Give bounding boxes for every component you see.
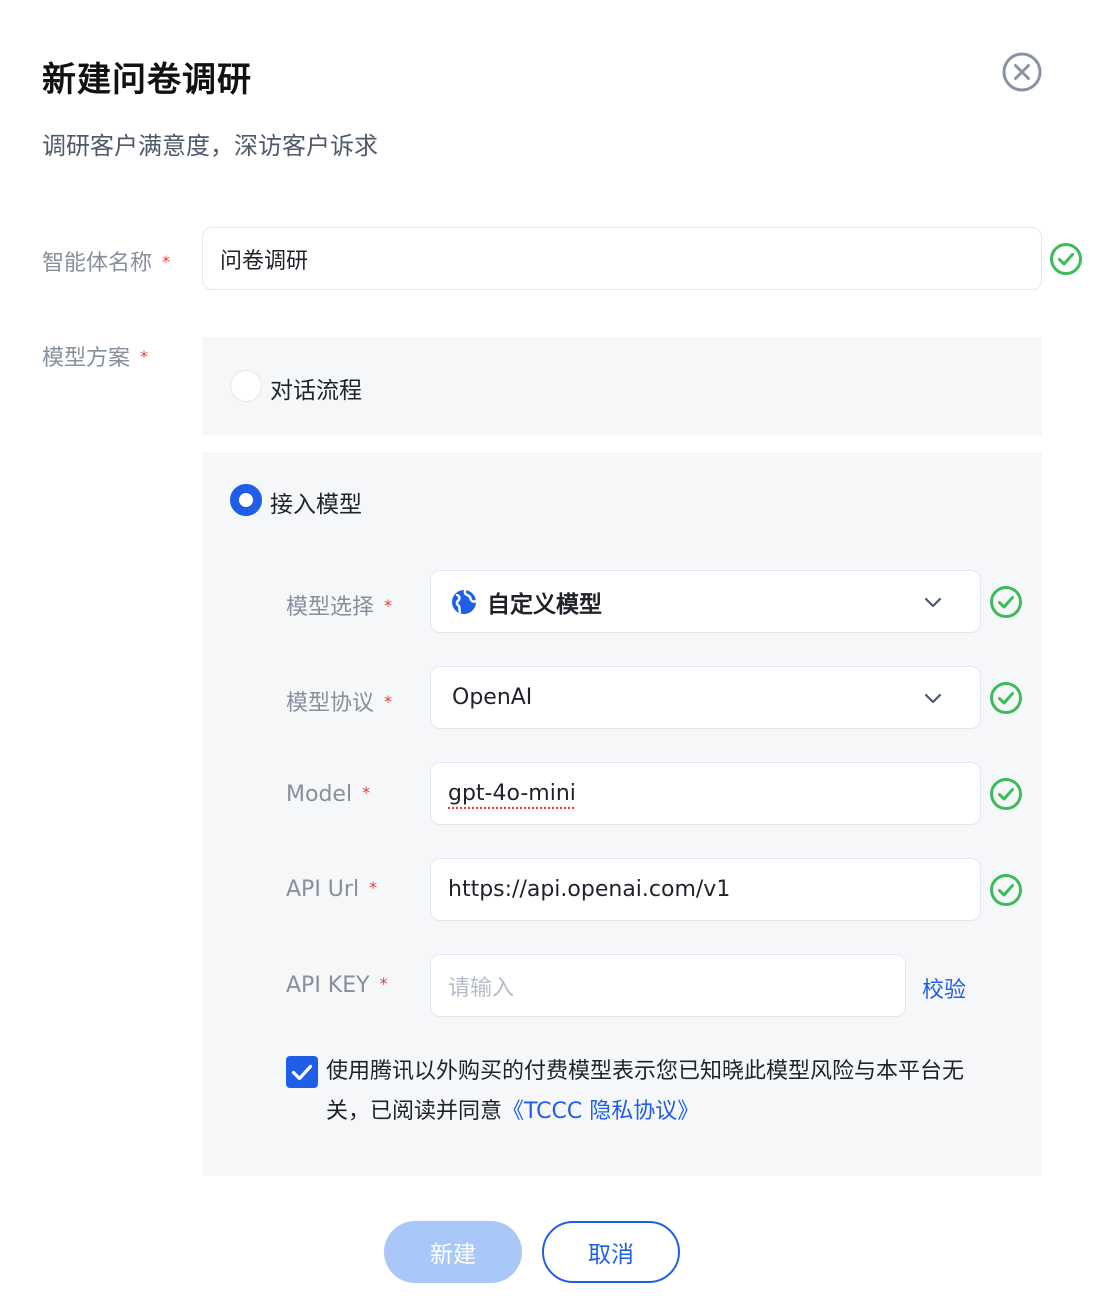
check-circle-icon [1050,243,1082,275]
api-url-input[interactable]: https://api.openai.com/v1 [430,858,981,921]
api-url-label: API Url * [286,877,378,902]
radio-dialog-flow-label: 对话流程 [270,378,362,404]
check-circle-icon [990,586,1022,618]
checkmark-icon [291,1064,313,1081]
globe-icon [452,589,477,614]
model-select-label: 模型选择 * [286,595,393,620]
agent-name-input[interactable]: 问卷调研 [202,227,1042,290]
chevron-down-icon [924,693,942,703]
required-mark: * [384,692,393,711]
chevron-down-icon [924,597,942,607]
required-mark: * [369,878,378,897]
dialog-subtitle: 调研客户满意度，深访客户诉求 [42,132,378,160]
radio-access-model[interactable] [230,484,262,516]
check-circle-icon [990,874,1022,906]
close-button[interactable] [1002,52,1042,92]
required-mark: * [162,252,171,271]
model-label: Model * [286,782,371,807]
agreement-text: 使用腾讯以外购买的付费模型表示您已知晓此模型风险与本平台无关，已阅读并同意《TC… [326,1059,965,1124]
api-key-label: API KEY * [286,973,388,998]
new-survey-dialog: 新建问卷调研 调研客户满意度，深访客户诉求 智能体名称 * 问卷调研 模型方案 * … [0,0,1098,1306]
required-mark: * [362,783,371,802]
api-key-input[interactable]: 请输入 [430,954,906,1017]
model-protocol-label: 模型协议 * [286,691,393,716]
cancel-button[interactable]: 取消 [542,1221,680,1283]
option-dialog-flow-panel[interactable]: 对话流程 [202,337,1042,435]
agent-name-label: 智能体名称 * [42,251,171,276]
model-input[interactable]: gpt-4o-mini [430,762,981,825]
create-button[interactable]: 新建 [384,1221,522,1283]
dialog-title: 新建问卷调研 [42,60,252,100]
verify-button[interactable]: 校验 [922,972,966,1004]
model-scheme-label: 模型方案 * [42,346,149,371]
agreement-checkbox[interactable] [286,1056,318,1088]
close-icon [1002,52,1042,92]
model-select-dropdown[interactable]: 自定义模型 [430,570,981,633]
radio-dialog-flow[interactable] [230,370,262,402]
check-circle-icon [990,682,1022,714]
check-circle-icon [990,778,1022,810]
required-mark: * [384,596,393,615]
radio-access-model-label: 接入模型 [270,492,362,518]
required-mark: * [140,347,149,366]
required-mark: * [379,974,388,993]
model-protocol-dropdown[interactable]: OpenAI [430,666,981,729]
privacy-agreement-link[interactable]: 《TCCC 隐私协议》 [502,1099,699,1124]
